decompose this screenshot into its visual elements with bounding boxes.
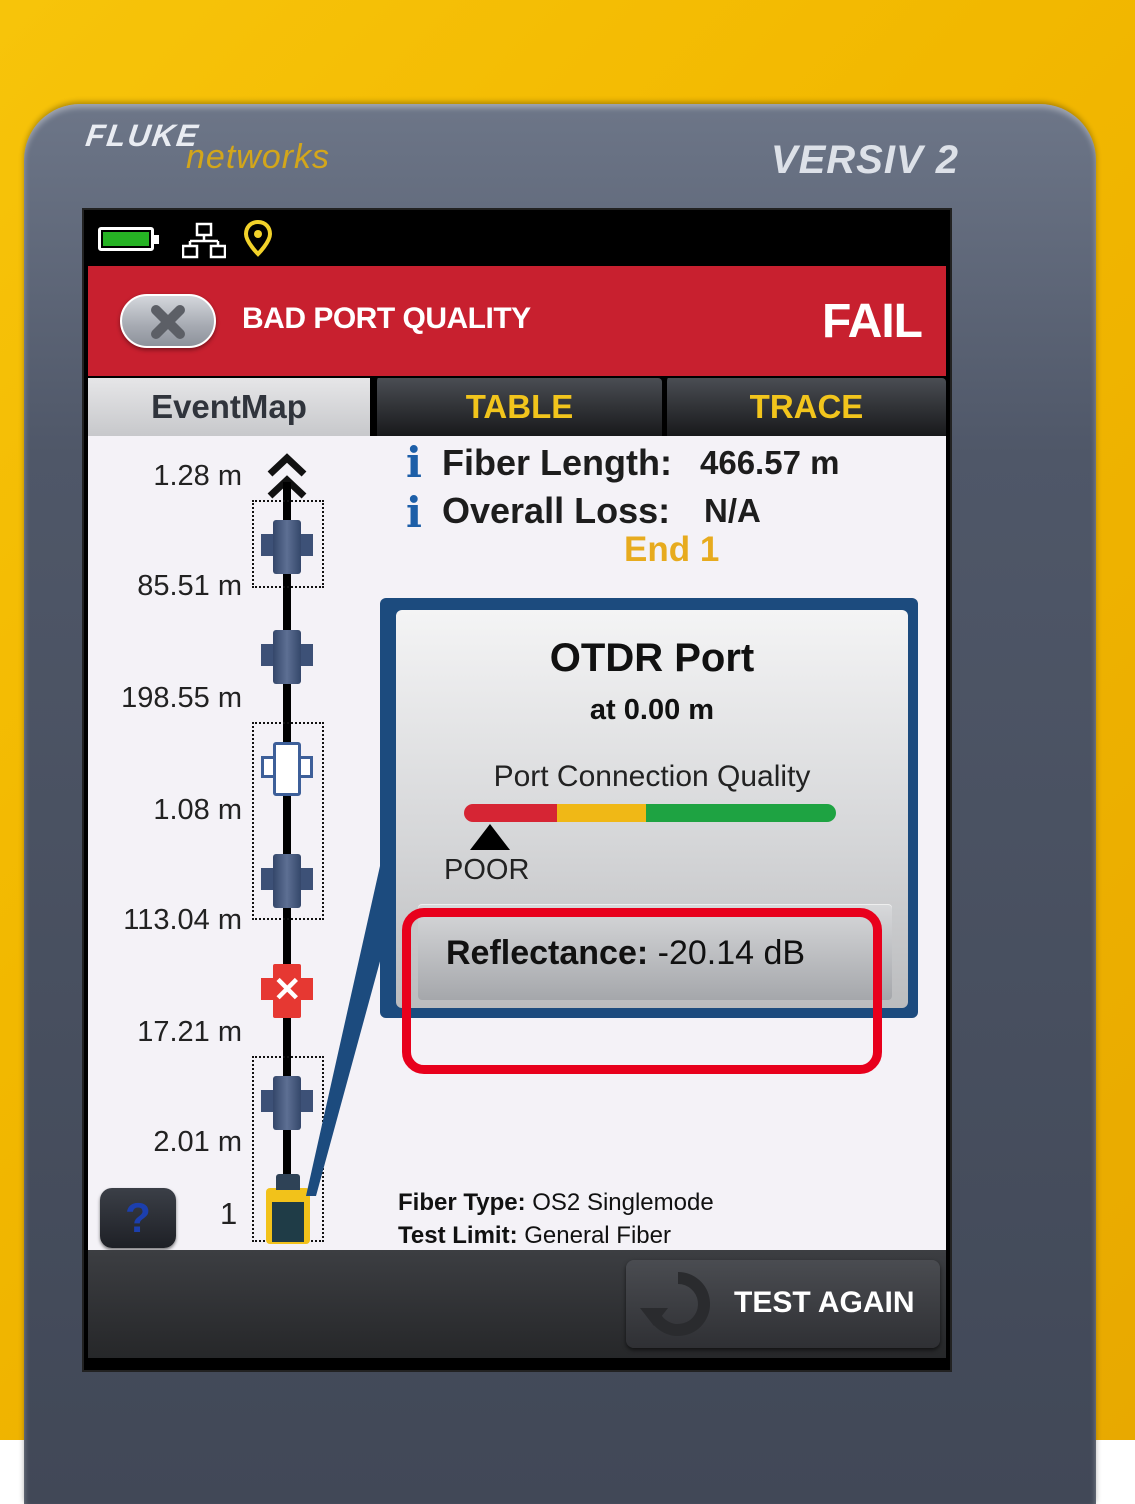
connector-event[interactable]: [261, 854, 313, 908]
connector-event-selected[interactable]: [261, 742, 313, 796]
quality-marker-icon: [470, 824, 510, 850]
overall-loss-value: N/A: [704, 492, 761, 529]
close-button[interactable]: [120, 294, 216, 348]
connector-event-fail[interactable]: ✕: [261, 964, 313, 1018]
location-pin-icon: [244, 220, 272, 257]
fiber-info: Fiber Type: OS2 Singlemode Test Limit: G…: [398, 1186, 714, 1252]
device-screen: BAD PORT QUALITY FAIL EventMap TABLE TRA…: [82, 208, 952, 1372]
end-label: End 1: [624, 530, 720, 569]
refresh-icon: [640, 1272, 710, 1336]
info-icon[interactable]: i: [406, 488, 422, 537]
distance-label: 17.21 m: [137, 1016, 242, 1048]
fiber-type-label: Fiber Type:: [398, 1189, 526, 1216]
distance-label: 198.55 m: [121, 682, 242, 714]
distance-label: 113.04 m: [123, 904, 242, 936]
result-header: BAD PORT QUALITY FAIL: [88, 266, 946, 376]
event-title: OTDR Port: [549, 636, 755, 680]
result-title: BAD PORT QUALITY: [242, 302, 531, 335]
eventmap-panel: 1.28 m 85.51 m 198.55 m 1.08 m 113.04 m …: [88, 436, 946, 1250]
help-button[interactable]: ?: [100, 1188, 176, 1248]
tab-eventmap[interactable]: EventMap: [88, 378, 370, 436]
model-label: VERSIV 2: [770, 138, 959, 182]
brand-logo-subtitle: networks: [186, 138, 331, 176]
test-limit-label: Test Limit:: [398, 1222, 518, 1249]
connector-event[interactable]: [261, 520, 313, 574]
overall-loss-label: Overall Loss:: [442, 490, 671, 531]
fiber-length-value: 466.57 m: [700, 444, 840, 481]
view-tabs: EventMap TABLE TRACE: [88, 376, 946, 436]
quality-label: Port Connection Quality: [493, 760, 811, 793]
event-location: at 0.00 m: [589, 694, 715, 726]
distance-label: 85.51 m: [137, 570, 242, 602]
battery-icon: [98, 227, 159, 251]
fiber-type-value: OS2 Singlemode: [532, 1189, 714, 1216]
brand-logo: FLUKE: [83, 118, 202, 153]
reflectance-highlight: [402, 908, 882, 1074]
test-limit-value: General Fiber: [524, 1222, 671, 1249]
quality-rating: POOR: [444, 854, 530, 886]
tab-trace[interactable]: TRACE: [664, 378, 946, 436]
distance-label: 2.01 m: [153, 1126, 242, 1158]
fiber-length-label: Fiber Length:: [442, 442, 672, 483]
tab-table[interactable]: TABLE: [374, 378, 662, 436]
distance-label: 1.28 m: [153, 460, 242, 492]
quality-bar: [464, 804, 836, 822]
connector-event[interactable]: [261, 1076, 313, 1130]
status-bar: [84, 210, 950, 266]
distance-label: 1.08 m: [153, 794, 242, 826]
test-again-label: TEST AGAIN: [734, 1286, 915, 1319]
connector-event[interactable]: [261, 630, 313, 684]
test-again-button[interactable]: TEST AGAIN: [626, 1260, 940, 1348]
info-icon[interactable]: i: [406, 438, 422, 487]
footer-bar: TEST AGAIN: [88, 1250, 946, 1358]
result-status: FAIL: [822, 295, 923, 348]
network-icon: [182, 222, 226, 259]
otdr-port-marker[interactable]: [266, 1174, 310, 1244]
close-icon: [151, 305, 185, 339]
end-number: 1: [220, 1196, 238, 1231]
